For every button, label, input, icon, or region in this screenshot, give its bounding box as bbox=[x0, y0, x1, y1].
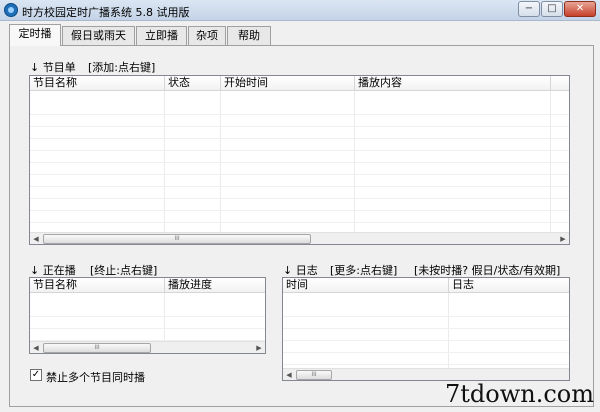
scroll-right-icon[interactable]: ▶ bbox=[557, 233, 569, 244]
now-playing-table[interactable]: 节目名称 播放进度 ◀ III ▶ bbox=[29, 277, 266, 354]
column-header-name[interactable]: 节目名称 bbox=[30, 76, 165, 91]
no-simultaneous-checkbox[interactable]: ✓ bbox=[30, 369, 42, 381]
checkmark-icon: ✓ bbox=[31, 369, 41, 380]
scroll-right-icon[interactable]: ▶ bbox=[253, 342, 265, 353]
table-body bbox=[30, 91, 569, 235]
column-header-log[interactable]: 日志 bbox=[449, 278, 569, 293]
now-playing-hint: [终止:点右键] bbox=[90, 264, 158, 277]
watermark: 7tdown.com bbox=[444, 380, 594, 408]
tab-holiday[interactable]: 假日或雨天 bbox=[62, 26, 135, 45]
scroll-thumb[interactable]: III bbox=[296, 370, 332, 380]
table-body bbox=[283, 293, 569, 368]
app-icon bbox=[4, 3, 18, 17]
column-header-status[interactable]: 状态 bbox=[165, 76, 221, 91]
now-playing-label: ↓ 正在播 bbox=[30, 264, 76, 277]
log-label: ↓ 日志 bbox=[283, 264, 318, 277]
table-body bbox=[30, 293, 265, 341]
table-header: 节目名称 状态 开始时间 播放内容 bbox=[30, 76, 569, 91]
tab-help[interactable]: 帮助 bbox=[227, 26, 271, 45]
tab-instant[interactable]: 立即播 bbox=[136, 26, 187, 45]
close-button[interactable]: ✕ bbox=[564, 1, 596, 17]
program-list-label: ↓ 节目单 bbox=[30, 61, 76, 74]
window-title: 时方校园定时广播系统 5.8 试用版 bbox=[22, 6, 190, 19]
column-header-content[interactable]: 播放内容 bbox=[355, 76, 551, 91]
horizontal-scrollbar[interactable]: ◀ III ▶ bbox=[30, 232, 569, 244]
horizontal-scrollbar[interactable]: ◀ III ▶ bbox=[30, 341, 265, 353]
minimize-button[interactable]: − bbox=[518, 1, 540, 17]
column-header-name[interactable]: 节目名称 bbox=[30, 278, 165, 293]
maximize-button[interactable]: □ bbox=[541, 1, 563, 17]
table-header: 时间 日志 bbox=[283, 278, 569, 293]
tab-misc[interactable]: 杂项 bbox=[188, 26, 226, 45]
title-bar: 时方校园定时广播系统 5.8 试用版 − □ ✕ bbox=[0, 0, 600, 21]
tab-scheduled[interactable]: 定时播 bbox=[9, 24, 61, 46]
program-list-table[interactable]: 节目名称 状态 开始时间 播放内容 ◀ III ▶ bbox=[29, 75, 570, 245]
scroll-thumb[interactable]: III bbox=[43, 234, 311, 244]
column-header-start-time[interactable]: 开始时间 bbox=[221, 76, 355, 91]
scroll-left-icon[interactable]: ◀ bbox=[30, 233, 42, 244]
log-status-hint: [未按时播? 假日/状态/有效期] bbox=[414, 264, 561, 277]
column-header-progress[interactable]: 播放进度 bbox=[165, 278, 265, 293]
log-hint: [更多:点右键] bbox=[330, 264, 398, 277]
log-table[interactable]: 时间 日志 ◀ III bbox=[282, 277, 570, 381]
column-header-time[interactable]: 时间 bbox=[283, 278, 449, 293]
no-simultaneous-label[interactable]: 禁止多个节目同时播 bbox=[46, 369, 145, 385]
scroll-left-icon[interactable]: ◀ bbox=[283, 369, 295, 380]
table-header: 节目名称 播放进度 bbox=[30, 278, 265, 293]
scroll-left-icon[interactable]: ◀ bbox=[30, 342, 42, 353]
scroll-thumb[interactable]: III bbox=[43, 343, 151, 353]
program-list-hint: [添加:点右键] bbox=[88, 61, 156, 74]
horizontal-scrollbar[interactable]: ◀ III bbox=[283, 368, 569, 380]
